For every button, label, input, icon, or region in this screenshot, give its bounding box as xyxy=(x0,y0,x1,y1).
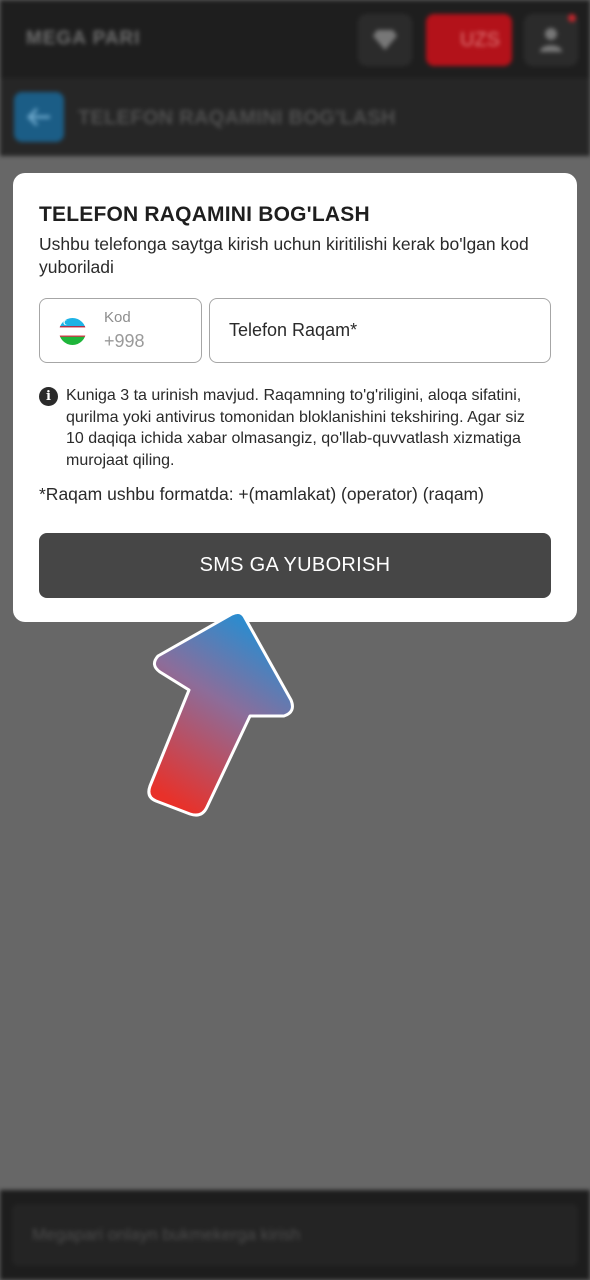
code-value: +998 xyxy=(104,331,145,351)
info-icon: i xyxy=(39,387,58,406)
code-label: Kod xyxy=(104,309,131,326)
currency-button[interactable]: UZS xyxy=(426,14,512,66)
top-bar: MEGA PARI UZS xyxy=(0,0,590,78)
arrow-left-icon xyxy=(27,108,50,126)
page-header: TELEFON RAQAMINI BOG'LASH xyxy=(0,78,590,156)
phone-link-modal: TELEFON RAQAMINI BOG'LASH Ushbu telefong… xyxy=(13,173,577,622)
modal-title: TELEFON RAQAMINI BOG'LASH xyxy=(39,203,370,226)
uzbekistan-flag-icon xyxy=(59,318,86,345)
phone-number-field[interactable]: Telefon Raqam* xyxy=(209,298,551,363)
bottom-bar: Megapari onlayn bukmekerga kirish xyxy=(0,1190,590,1280)
user-icon xyxy=(540,28,562,52)
modal-description: Ushbu telefonga saytga kirish uchun kiri… xyxy=(39,234,529,277)
logo: MEGA PARI xyxy=(26,28,141,49)
diamond-icon xyxy=(373,30,397,50)
info-text: Kuniga 3 ta urinish mavjud. Raqamning to… xyxy=(66,387,525,469)
back-button[interactable] xyxy=(14,92,64,142)
send-sms-button[interactable]: SMS GA YUBORISH xyxy=(39,533,551,598)
favorites-button[interactable] xyxy=(358,14,412,66)
notification-dot xyxy=(568,14,576,22)
page-title: TELEFON RAQAMINI BOG'LASH xyxy=(78,107,396,129)
bottom-search-field[interactable]: Megapari onlayn bukmekerga kirish xyxy=(12,1204,578,1266)
country-code-field[interactable]: Kod +998 xyxy=(39,298,202,363)
format-note: *Raqam ushbu formatda: +(mamlakat) (oper… xyxy=(39,484,484,504)
